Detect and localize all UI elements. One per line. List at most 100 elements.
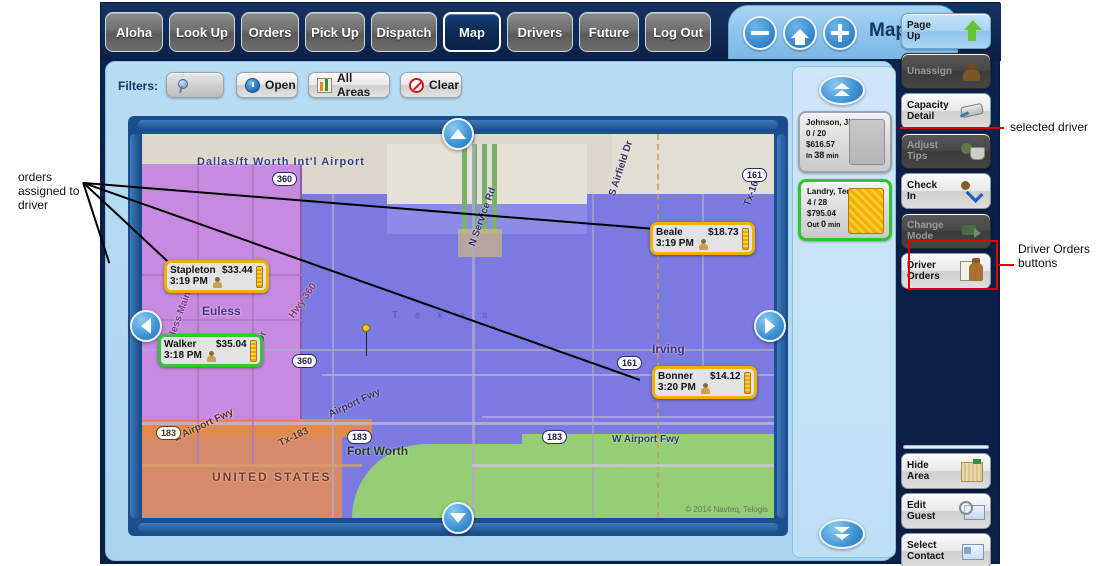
road [472,134,475,518]
home-icon [791,28,809,45]
road [197,164,199,464]
driver-card-landry[interactable]: Landry, Ted 4 / 28 $795.04 Out 0 min [798,179,892,241]
nav-tab-pick-up[interactable]: Pick Up [305,12,365,52]
nav-tab-future[interactable]: Future [579,12,639,52]
map-content-area: Filters: Open All Areas Clear Dallas/ft … [105,61,896,561]
pin-icon [175,78,190,93]
map-pan-down-button[interactable] [442,502,474,534]
nav-tab-label: Dispatch [376,24,432,40]
nav-tab-label: Drivers [517,24,563,40]
order-tag-bonner[interactable]: Bonner $14.12 3:20 PM [652,366,757,399]
driver-color-swatch [849,119,885,165]
order-tag-stapleton[interactable]: Stapleton $33.44 3:19 PM [164,260,269,293]
map-label-irving: Irving [652,342,685,356]
sidebar-button-capacity-detail[interactable]: Capacity Detail [901,93,991,129]
plus-icon [831,24,849,42]
sidebar-button-adjust-tips[interactable]: Adjust Tips [901,133,991,169]
person-icon [698,238,709,250]
driver-name: Landry, Ted [807,187,852,196]
map-label-fort-worth: Fort Worth [347,444,409,458]
nav-tab-label: Future [588,24,630,40]
map-frame: Dallas/ft Worth Int'l Airport Euless Irv… [128,116,788,536]
person-icon [700,382,711,394]
road [592,194,594,518]
nav-tab-label: Pick Up [311,24,359,40]
sidebar-button-label: Hide Area [907,460,930,482]
annotation-selected-driver: selected driver [1010,120,1089,134]
sidebar-button-hide-area[interactable]: Hide Area [901,453,991,489]
order-status-bar [249,339,257,362]
order-amount: $14.12 [710,371,741,382]
nav-tab-aloha[interactable]: Aloha [105,12,163,52]
runway [462,144,467,234]
sidebar-button-label: Page Up [907,20,931,42]
person-icon [959,59,985,83]
order-pin-stem [366,332,367,356]
filter-open-label: Open [265,78,296,92]
zoom-in-button[interactable] [823,16,857,50]
sidebar-button-edit-guest[interactable]: Edit Guest [901,493,991,529]
zoom-out-button[interactable] [743,16,777,50]
nav-tab-drivers[interactable]: Drivers [507,12,573,52]
driver-counts: 4 / 28 [807,198,828,207]
road [142,464,362,467]
map-label-country: UNITED STATES [212,470,332,484]
order-amount: $18.73 [708,227,739,238]
arrow-up-icon [959,19,985,43]
nav-tab-look-up[interactable]: Look Up [169,12,235,52]
map-home-button[interactable] [783,16,817,50]
sidebar-button-unassign[interactable]: Unassign [901,53,991,89]
order-pin[interactable] [362,324,370,332]
order-tag-beale[interactable]: Beale $18.73 3:19 PM [650,222,755,255]
map-canvas[interactable]: Dallas/ft Worth Int'l Airport Euless Irv… [142,134,774,518]
sidebar-button-label: Adjust Tips [907,140,939,162]
select-contact-icon [959,539,985,563]
arrow-right-icon [765,318,775,334]
map-pan-left-button[interactable] [130,310,162,342]
hide-area-icon [959,459,985,483]
road [142,422,774,425]
map-pan-up-button[interactable] [442,118,474,150]
order-status-bar [255,265,263,288]
road [142,319,302,321]
driver-scroll-down-button[interactable] [819,519,865,549]
driver-status-value: 0 [821,219,827,229]
filters-label: Filters: [118,79,159,93]
sidebar-button-label: Change Mode [907,220,944,242]
highway-shield: 183 [542,430,568,444]
road [472,464,774,467]
highway-shield: 360 [292,354,318,368]
sidebar-button-page-up[interactable]: Page Up [901,13,991,49]
person-icon [206,350,217,362]
filter-open-button[interactable]: Open [236,72,298,98]
map-pan-right-button[interactable] [754,310,786,342]
filter-pin-button[interactable] [166,72,224,98]
filter-clear-label: Clear [429,78,460,92]
sidebar-button-label: Check In [907,180,938,202]
sidebar-button-check-in[interactable]: Check In [901,173,991,209]
nav-tab-orders[interactable]: Orders [241,12,299,52]
arrow-up-icon [450,129,466,139]
nav-tab-label: Log Out [653,24,703,40]
map-label-euless: Euless [202,304,241,318]
order-time: 3:19 PM [656,238,694,249]
driver-scroll-up-button[interactable] [819,75,865,105]
filter-clear-button[interactable]: Clear [400,72,462,98]
order-status-bar [743,371,751,394]
order-status-bar [741,227,749,250]
road [252,164,254,464]
nav-tab-map[interactable]: Map [443,12,501,52]
nav-tab-dispatch[interactable]: Dispatch [371,12,437,52]
driver-card-johnson[interactable]: Johnson, Jimmy 0 / 20 $616.57 In 38 min [798,111,892,173]
driver-status-unit: min [827,222,841,229]
order-name: Bonner [658,371,693,382]
annotation-pointer-line [996,264,1014,266]
annotation-driver-orders-buttons: Driver Orders buttons [1018,242,1091,270]
filter-all-areas-button[interactable]: All Areas [308,71,390,99]
order-time: 3:19 PM [170,276,208,287]
sidebar-button-select-contact[interactable]: Select Contact [901,533,991,566]
order-tag-walker[interactable]: Walker $35.04 3:18 PM [158,334,263,367]
arrow-down-icon [450,513,466,523]
nav-tab-log-out[interactable]: Log Out [645,12,711,52]
road [482,416,774,418]
